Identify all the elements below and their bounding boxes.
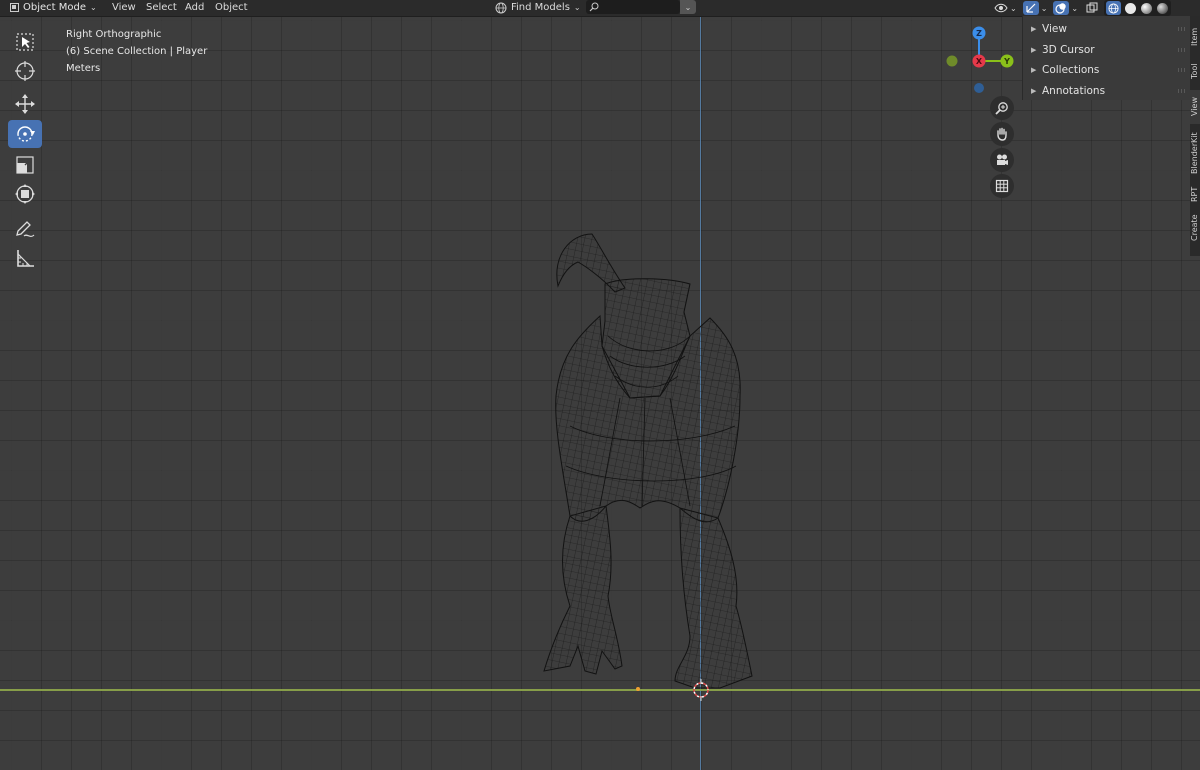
- zoom-icon: [995, 102, 1008, 115]
- triangle-right-icon: ▶: [1031, 87, 1037, 95]
- collection-label: (6) Scene Collection | Player: [66, 46, 208, 57]
- pencil-icon: [16, 221, 35, 238]
- object-mode-label: Object Mode: [23, 2, 86, 13]
- menu-add[interactable]: Add: [185, 0, 204, 16]
- menu-view[interactable]: View: [112, 0, 136, 16]
- gizmo-x-label: X: [976, 57, 983, 66]
- tab-create[interactable]: Create: [1190, 210, 1200, 246]
- 3d-cursor-icon[interactable]: [690, 679, 712, 701]
- select-box-tool[interactable]: [8, 28, 42, 56]
- rotate-icon: [17, 126, 35, 142]
- object-mode-dropdown[interactable]: Object Mode ⌄: [6, 0, 102, 15]
- camera-icon: [997, 154, 1008, 165]
- chevron-down-icon: ⌄: [573, 3, 581, 12]
- drag-handle-icon[interactable]: [1177, 68, 1185, 72]
- globe-icon: [495, 2, 507, 13]
- sidebar-tabs: Item Tool View BlenderKit RPT Create: [1190, 16, 1200, 256]
- ruler-icon: [17, 250, 34, 267]
- gizmo-toggle[interactable]: [1022, 1, 1039, 15]
- overlay-icon: [1055, 3, 1067, 14]
- units-label: Meters: [66, 63, 101, 74]
- rendered-sphere-icon: [1156, 2, 1168, 14]
- panel-3d-cursor-label: 3D Cursor: [1042, 44, 1095, 56]
- sidebar-panel: ▶ View ▶ 3D Cursor ▶ Collections ▶ Annot…: [1022, 16, 1191, 100]
- scale-icon: [16, 156, 34, 174]
- solid-sphere-icon: [1124, 2, 1136, 14]
- menu-select[interactable]: Select: [146, 0, 177, 16]
- panel-annotations[interactable]: ▶ Annotations: [1023, 81, 1191, 101]
- hand-icon: [997, 127, 1007, 141]
- visibility-toggle[interactable]: [993, 1, 1009, 15]
- viewport-info: Right Orthographic (6) Scene Collection …: [66, 26, 207, 77]
- view-name-label: Right Orthographic: [66, 29, 162, 40]
- drag-handle-icon[interactable]: [1177, 27, 1185, 31]
- gizmo-icon: [1026, 3, 1036, 13]
- measure-tool[interactable]: [8, 244, 42, 272]
- tab-rpt[interactable]: RPT: [1190, 182, 1200, 206]
- grid-icon: [995, 179, 1009, 193]
- search-dropdown-button[interactable]: ⌄: [680, 0, 696, 14]
- wireframe-sphere-icon: [1108, 2, 1119, 14]
- annotate-tool[interactable]: [8, 214, 42, 242]
- gizmo-neg-y-axis[interactable]: [946, 55, 958, 67]
- gizmo-y-label: Y: [1003, 57, 1010, 66]
- find-models-label: Find Models: [511, 2, 570, 13]
- tab-view[interactable]: View: [1190, 90, 1200, 124]
- object-mode-icon: [10, 3, 19, 12]
- panel-collections[interactable]: ▶ Collections: [1023, 60, 1191, 80]
- eye-icon: [994, 3, 1008, 13]
- transform-icon: [15, 184, 35, 204]
- find-models-dropdown[interactable]: Find Models ⌄: [492, 0, 584, 15]
- gizmo-neg-z-axis[interactable]: [974, 83, 984, 93]
- object-origin-dot[interactable]: [636, 687, 640, 691]
- crosshair-cursor-icon: [15, 61, 35, 81]
- overlays-toggle[interactable]: [1053, 1, 1070, 15]
- wireframe-shading-button[interactable]: [1106, 1, 1122, 15]
- chevron-down-icon[interactable]: ⌄: [1071, 4, 1078, 13]
- chevron-down-icon: ⌄: [684, 2, 692, 12]
- rotate-tool[interactable]: [8, 120, 42, 148]
- wireframe-model[interactable]: [530, 226, 760, 696]
- material-shading-button[interactable]: [1139, 1, 1153, 15]
- search-input[interactable]: [586, 0, 680, 14]
- move-tool[interactable]: [8, 90, 42, 118]
- xray-toggle[interactable]: [1084, 1, 1100, 15]
- gizmo-z-label: Z: [976, 29, 982, 38]
- menu-object[interactable]: Object: [215, 0, 248, 16]
- panel-view[interactable]: ▶ View: [1023, 19, 1191, 39]
- panel-annotations-label: Annotations: [1042, 85, 1106, 97]
- triangle-right-icon: ▶: [1031, 66, 1037, 74]
- viewport-header: Object Mode ⌄ View Select Add Object Fin…: [0, 0, 1200, 17]
- cursor-tool[interactable]: [8, 57, 42, 85]
- rendered-shading-button[interactable]: [1155, 1, 1169, 15]
- tab-blenderkit[interactable]: BlenderKit: [1190, 128, 1200, 178]
- triangle-right-icon: ▶: [1031, 25, 1037, 33]
- tab-item[interactable]: Item: [1190, 22, 1200, 52]
- solid-shading-button[interactable]: [1123, 1, 1137, 15]
- ortho-toggle-button[interactable]: [990, 174, 1014, 198]
- material-sphere-icon: [1140, 2, 1152, 14]
- zoom-button[interactable]: [990, 96, 1014, 120]
- navigation-gizmo[interactable]: Z Y X: [940, 26, 1020, 96]
- panel-collections-label: Collections: [1042, 64, 1100, 76]
- scale-tool[interactable]: [8, 151, 42, 179]
- drag-handle-icon[interactable]: [1177, 89, 1185, 93]
- chevron-down-icon[interactable]: ⌄: [1010, 4, 1017, 13]
- select-box-icon: [16, 33, 34, 51]
- search-icon: [589, 2, 599, 12]
- chevron-down-icon: ⌄: [90, 3, 97, 12]
- triangle-right-icon: ▶: [1031, 46, 1037, 54]
- panel-view-label: View: [1042, 23, 1067, 35]
- pan-button[interactable]: [990, 122, 1014, 146]
- xray-icon: [1086, 2, 1098, 13]
- chevron-down-icon[interactable]: ⌄: [1041, 4, 1048, 13]
- panel-3d-cursor[interactable]: ▶ 3D Cursor: [1023, 40, 1191, 60]
- camera-view-button[interactable]: [990, 148, 1014, 172]
- tab-tool[interactable]: Tool: [1190, 56, 1200, 86]
- drag-handle-icon[interactable]: [1177, 48, 1185, 52]
- transform-tool[interactable]: [8, 180, 42, 208]
- move-arrows-icon: [15, 94, 35, 114]
